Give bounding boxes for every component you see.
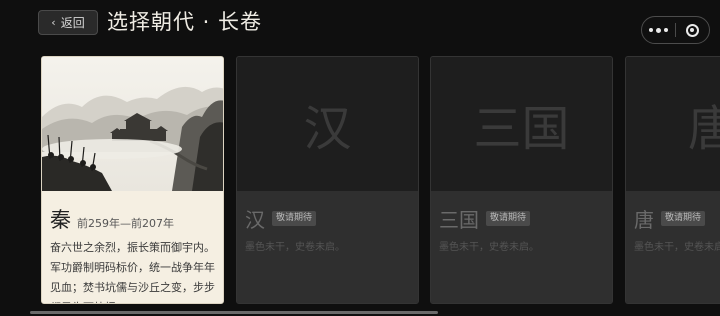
target-circle-icon[interactable] [676,23,709,37]
dynasty-card-han[interactable]: 汉 汉 敬请期待 墨色未干，史卷未启。 [236,56,419,304]
horizontal-scrollbar[interactable] [30,311,438,314]
header-bar: ‹ 返回 选择朝代 · 长卷 [0,0,720,50]
dynasty-watermark: 三国 [473,101,570,157]
page-title: 选择朝代 · 长卷 [107,10,263,34]
mini-program-capsule [641,16,710,44]
dynasty-subtitle: 墨色未干，史卷未启。 [439,242,539,253]
dynasty-card-qin[interactable]: 秦 前259年—前207年 奋六世之余烈，振长策而御宇内。军功爵制明码标价，统一… [41,56,224,304]
chevron-left-icon: ‹ [51,16,56,29]
dynasty-subtitle: 墨色未干，史卷未启。 [634,242,720,253]
back-button[interactable]: ‹ 返回 [38,10,98,35]
dynasty-subtitle: 墨色未干，史卷未启。 [245,242,345,253]
card-body: 秦 前259年—前207年 奋六世之余烈，振长策而御宇内。军功爵制明码标价，统一… [42,191,223,303]
dynasty-name: 唐 [634,208,654,232]
dynasty-watermark: 汉 [303,101,352,157]
dynasty-card-three-kingdoms[interactable]: 三国 三国 敬请期待 墨色未干，史卷未启。 [430,56,613,304]
back-button-label: 返回 [60,16,85,30]
dynasty-card-tang[interactable]: 唐 唐 敬请期待 墨色未干，史卷未启。 [625,56,720,304]
dynasty-description: 奋六世之余烈，振长策而御宇内。军功爵制明码标价，统一战争年年见血；焚书坑儒与沙丘… [50,241,215,303]
coming-soon-badge: 敬请期待 [661,211,706,226]
coming-soon-badge: 敬请期待 [272,211,317,226]
dynasty-years: 前259年—前207年 [77,217,174,230]
more-dots-icon[interactable] [642,27,675,33]
dynasty-name: 汉 [245,208,265,232]
ink-painting-illustration [42,57,223,191]
dynasty-name: 三国 [439,208,479,232]
coming-soon-badge: 敬请期待 [486,211,531,226]
dynasty-watermark: 唐 [688,89,720,159]
dynasty-name: 秦 [50,208,71,232]
